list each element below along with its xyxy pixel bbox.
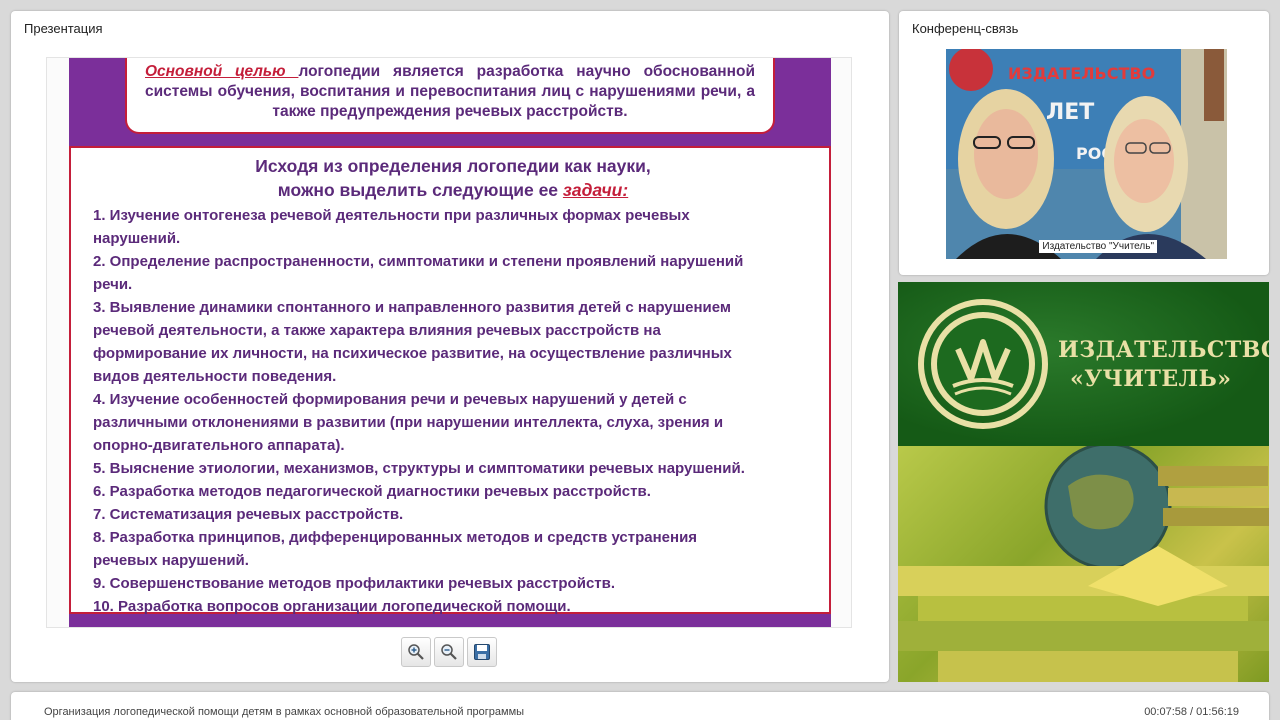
- task-item: 8. Разработка принципов, дифференцирован…: [93, 529, 698, 569]
- tasks-box: Исходя из определения логопедии как наук…: [69, 146, 831, 615]
- goal-paragraph: Основной целью логопедии является разраб…: [145, 62, 755, 122]
- task-item: 9. Совершенствование методов профилактик…: [93, 575, 616, 592]
- task-item: 10. Разработка вопросов организации лого…: [93, 598, 571, 615]
- tasks-heading-line1: Исходя из определения логопедии как наук…: [255, 156, 651, 176]
- banner-bottom: [898, 442, 1269, 682]
- save-icon: [474, 644, 490, 660]
- goal-box: Основной целью логопедии является разраб…: [125, 58, 775, 134]
- banner-line1: ИЗДАТЕЛЬСТВО: [1058, 337, 1269, 363]
- conference-panel: Конференц-связь ИЗДАТЕЛЬСТВО ЛЕТ РОССИ И…: [899, 11, 1269, 275]
- video-frame: ИЗДАТЕЛЬСТВО ЛЕТ РОССИ: [946, 49, 1227, 259]
- presentation-panel: Презентация Основной целью логопедии явл…: [11, 11, 889, 682]
- conference-title: Конференц-связь: [912, 21, 1019, 36]
- backdrop-text-1: ИЗДАТЕЛЬСТВО: [1008, 64, 1155, 83]
- tasks-heading-text: можно выделить следующие ее: [277, 180, 563, 200]
- footer-bar: Организация логопедической помощи детям …: [11, 692, 1269, 720]
- task-item: 2. Определение распространенности, симпт…: [93, 253, 744, 293]
- slide: Основной целью логопедии является разраб…: [46, 57, 852, 628]
- task-list: 1. Изучение онтогенеза речевой деятельно…: [93, 204, 813, 618]
- task-item: 1. Изучение онтогенеза речевой деятельно…: [93, 207, 690, 247]
- presentation-title: Презентация: [24, 21, 103, 36]
- webinar-title: Организация логопедической помощи детям …: [44, 706, 525, 718]
- zoom-out-button[interactable]: [434, 637, 464, 667]
- task-item: 6. Разработка методов педагогической диа…: [93, 483, 651, 500]
- task-item: 5. Выяснение этиологии, механизмов, стру…: [93, 460, 745, 477]
- publisher-banner: ИЗДАТЕЛЬСТВО «УЧИТЕЛЬ»: [898, 282, 1269, 682]
- books-globe-image: [898, 442, 1269, 682]
- task-item: 3. Выявление динамики спонтанного и напр…: [93, 299, 732, 385]
- tasks-heading-emphasis: задачи:: [562, 180, 629, 200]
- video-feed[interactable]: ИЗДАТЕЛЬСТВО ЛЕТ РОССИ Издательство "Учи…: [946, 49, 1227, 259]
- backdrop-text-2: ЛЕТ: [1046, 100, 1094, 125]
- save-button[interactable]: [467, 637, 497, 667]
- publisher-logo-icon: [918, 299, 1048, 429]
- goal-emphasis: Основной целью: [145, 63, 299, 80]
- banner-line2: «УЧИТЕЛЬ»: [1070, 366, 1232, 392]
- task-item: 7. Систематизация речевых расстройств.: [93, 506, 404, 523]
- tasks-heading-line2: можно выделить следующие ее задачи:: [93, 178, 813, 202]
- zoom-in-button[interactable]: [401, 637, 431, 667]
- slide-toolbar: [401, 637, 497, 667]
- zoom-in-icon: [408, 644, 424, 660]
- zoom-out-icon: [441, 644, 457, 660]
- playback-time: 00:07:58 / 01:56:19: [1144, 706, 1239, 718]
- banner-top: ИЗДАТЕЛЬСТВО «УЧИТЕЛЬ»: [898, 282, 1269, 446]
- task-item: 4. Изучение особенностей формирования ре…: [93, 391, 724, 454]
- video-caption: Издательство "Учитель": [1039, 240, 1157, 253]
